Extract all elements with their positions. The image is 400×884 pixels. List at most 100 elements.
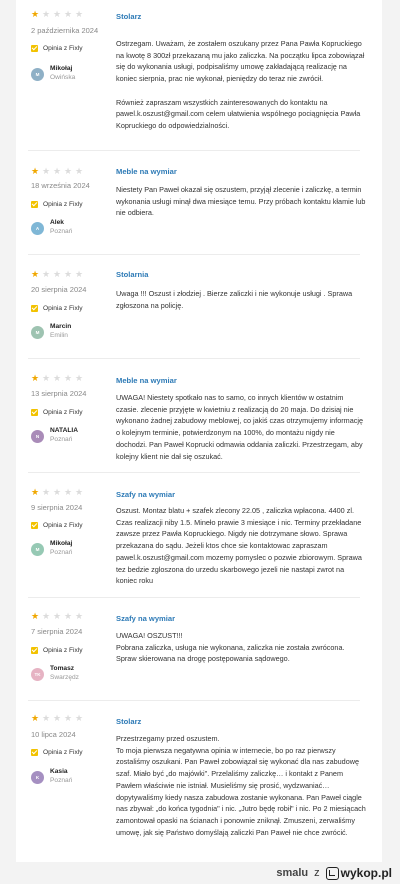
author-name: Kasia: [50, 768, 68, 775]
service-category[interactable]: Szafy na wymiar: [116, 490, 175, 499]
star-icon: ★: [53, 269, 62, 279]
star-icon: ★: [31, 611, 40, 621]
review-text: Ostrzegam. Uważam, że zostałem oszukany …: [116, 39, 365, 130]
badge-label: Opinia z Fixly: [43, 45, 83, 52]
star-rating: ★ ★ ★ ★ ★: [31, 612, 84, 622]
star-icon: ★: [42, 487, 51, 497]
star-rating: ★ ★ ★ ★ ★: [31, 167, 84, 177]
author-name: Alek: [50, 219, 64, 226]
service-category[interactable]: Stolarz: [116, 12, 141, 21]
watermark-separator: z: [314, 867, 320, 879]
star-icon: ★: [64, 166, 73, 176]
wykop-logo: wykop.pl: [325, 866, 392, 880]
avatar: M: [31, 68, 44, 81]
badge-label: Opinia z Fixly: [43, 522, 83, 529]
checkbox-icon: [31, 749, 38, 756]
star-icon: ★: [75, 166, 84, 176]
star-icon: ★: [53, 611, 62, 621]
star-rating: ★ ★ ★ ★ ★: [31, 374, 84, 384]
star-icon: ★: [31, 166, 40, 176]
star-icon: ★: [64, 713, 73, 723]
star-icon: ★: [64, 611, 73, 621]
review-date: 7 sierpnia 2024: [31, 627, 83, 636]
divider: [28, 254, 360, 255]
star-icon: ★: [75, 9, 84, 19]
author-location: Poznań: [50, 436, 73, 443]
star-icon: ★: [53, 373, 62, 383]
star-icon: ★: [31, 269, 40, 279]
review-author: TK Tomasz Swarzędz: [31, 665, 79, 681]
divider: [28, 700, 360, 701]
badge-label: Opinia z Fixly: [43, 647, 83, 654]
divider: [28, 597, 360, 598]
badge-label: Opinia z Fixly: [43, 305, 83, 312]
fixly-badge: Opinia z Fixly: [31, 522, 83, 529]
author-location: Poznań: [50, 549, 73, 556]
avatar: M: [31, 543, 44, 556]
star-rating: ★ ★ ★ ★ ★: [31, 488, 84, 498]
star-icon: ★: [31, 9, 40, 19]
review-date: 20 sierpnia 2024: [31, 285, 87, 294]
avatar: N: [31, 430, 44, 443]
checkbox-icon: [31, 305, 38, 312]
review-date: 10 lipca 2024: [31, 730, 76, 739]
watermark-site: wykop.pl: [340, 866, 392, 880]
author-name: Mikołaj: [50, 65, 73, 72]
star-icon: ★: [42, 611, 51, 621]
fixly-badge: Opinia z Fixly: [31, 409, 83, 416]
review-author: M Mikołaj Poznań: [31, 540, 72, 556]
wykop-logo-icon: [325, 866, 339, 880]
watermark-bar: smalu z wykop.pl: [0, 862, 400, 884]
service-category[interactable]: Szafy na wymiar: [116, 614, 175, 623]
star-icon: ★: [64, 373, 73, 383]
star-icon: ★: [75, 611, 84, 621]
author-location: Poznań: [50, 228, 73, 235]
avatar: A: [31, 222, 44, 235]
avatar: TK: [31, 668, 44, 681]
review-text: UWAGA! Niestety spotkało nas to samo, co…: [116, 393, 364, 461]
review-author: K Kasia Poznań: [31, 768, 72, 784]
star-icon: ★: [53, 487, 62, 497]
star-icon: ★: [75, 713, 84, 723]
checkbox-icon: [31, 45, 38, 52]
review-text: UWAGA! OSZUST!!! Pobrana zaliczka, usług…: [116, 631, 345, 664]
author-name: Tomasz: [50, 665, 75, 672]
review-author: A Alek Poznań: [31, 219, 72, 235]
service-category[interactable]: Meble na wymiar: [116, 376, 177, 385]
badge-label: Opinia z Fixly: [43, 201, 83, 208]
author-location: Emilin: [50, 332, 68, 339]
checkbox-icon: [31, 522, 38, 529]
star-icon: ★: [42, 373, 51, 383]
fixly-badge: Opinia z Fixly: [31, 647, 83, 654]
author-name: NATALIA: [50, 427, 78, 434]
author-location: Swarzędz: [50, 674, 79, 681]
service-category[interactable]: Meble na wymiar: [116, 167, 177, 176]
badge-label: Opinia z Fixly: [43, 409, 83, 416]
star-icon: ★: [64, 487, 73, 497]
divider: [28, 472, 360, 473]
star-rating: ★ ★ ★ ★ ★: [31, 714, 84, 724]
review-date: 9 sierpnia 2024: [31, 503, 83, 512]
star-icon: ★: [64, 9, 73, 19]
review-date: 13 sierpnia 2024: [31, 389, 87, 398]
author-location: Poznań: [50, 777, 73, 784]
star-icon: ★: [53, 9, 62, 19]
review-author: M Mikołaj Owińska: [31, 65, 75, 81]
star-icon: ★: [75, 373, 84, 383]
author-name: Mikołaj: [50, 540, 73, 547]
badge-label: Opinia z Fixly: [43, 749, 83, 756]
service-category[interactable]: Stolarz: [116, 717, 141, 726]
avatar: K: [31, 771, 44, 784]
service-category[interactable]: Stolarnia: [116, 270, 149, 279]
star-rating: ★ ★ ★ ★ ★: [31, 10, 84, 20]
fixly-badge: Opinia z Fixly: [31, 749, 83, 756]
star-rating: ★ ★ ★ ★ ★: [31, 270, 84, 280]
fixly-badge: Opinia z Fixly: [31, 305, 83, 312]
checkbox-icon: [31, 409, 38, 416]
review-text: Uwaga !!! Oszust i złodziej . Bierze zal…: [116, 289, 353, 310]
review-author: M Marcin Emilin: [31, 323, 71, 339]
star-icon: ★: [31, 487, 40, 497]
star-icon: ★: [75, 487, 84, 497]
divider: [28, 358, 360, 359]
review-date: 18 września 2024: [31, 181, 90, 190]
